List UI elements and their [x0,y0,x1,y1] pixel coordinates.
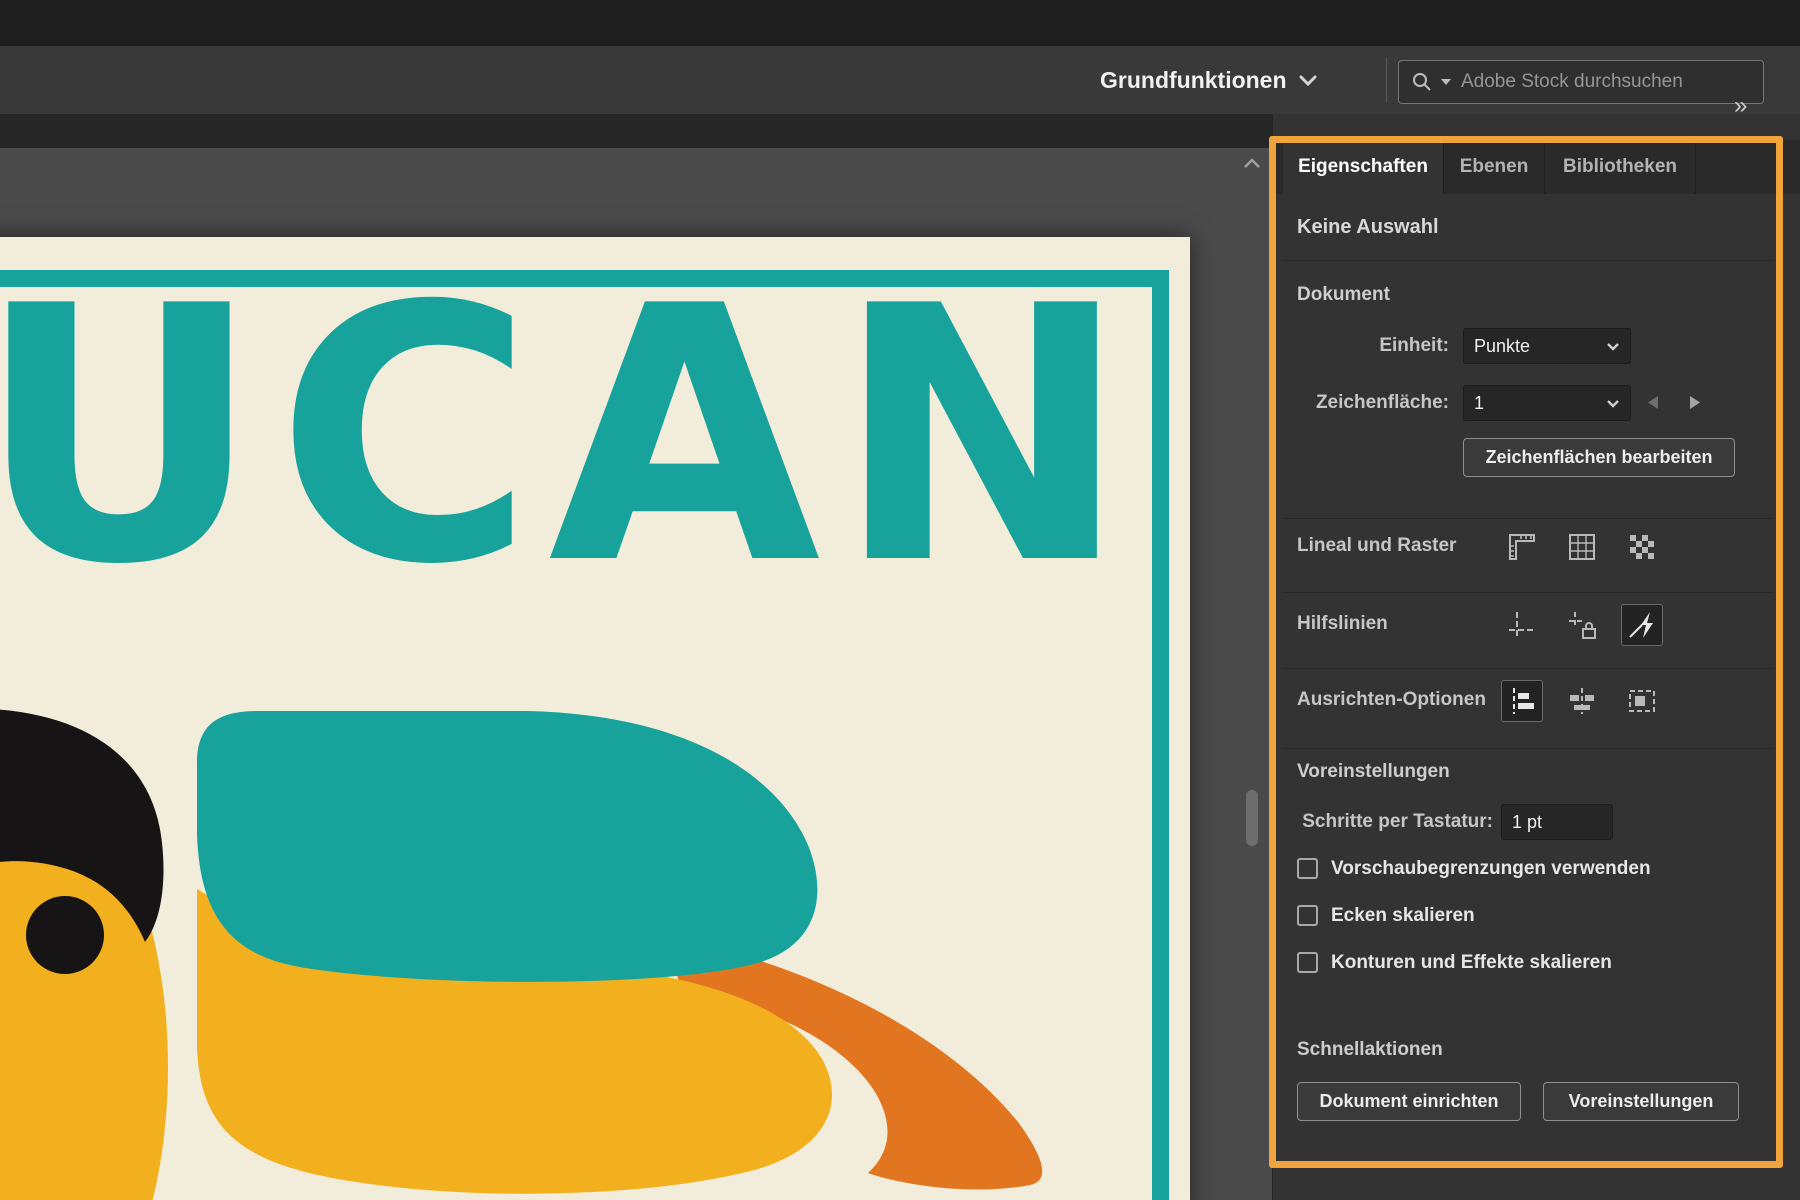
selection-status: Keine Auswahl [1297,216,1439,239]
chevron-down-icon [1606,399,1620,408]
search-icon [1411,71,1433,93]
tab-eigenschaften[interactable]: Eigenschaften [1283,140,1444,194]
scale-corners-checkbox[interactable] [1297,905,1318,926]
scale-corners-label: Ecken skalieren [1331,905,1475,927]
vertical-scrollbar-thumb[interactable] [1246,790,1258,846]
workspace-switcher[interactable]: Grundfunktionen [1100,46,1317,114]
lock-guides-button[interactable] [1561,604,1603,646]
artboard-label: Zeichenfläche: [1273,392,1449,414]
document-tabbar [0,114,1272,148]
artboard-value: 1 [1474,393,1606,414]
document-setup-button[interactable]: Dokument einrichten [1297,1082,1521,1121]
divider [1285,260,1771,261]
tab-ebenen[interactable]: Ebenen [1444,140,1545,194]
align-options-label: Ausrichten-Optionen [1297,689,1486,711]
transparency-grid-button[interactable] [1621,526,1663,568]
prev-artboard-button[interactable] [1647,395,1659,415]
align-to-key-object-button[interactable] [1561,680,1603,722]
panel-tabbar: Eigenschaften Ebenen Bibliotheken [1273,140,1800,194]
search-input[interactable] [1459,70,1751,94]
collapse-panel-button[interactable]: » [1734,92,1745,120]
toucan-illustration [0,707,1160,1200]
align-to-selection-button[interactable] [1501,680,1543,722]
chevron-down-icon [1299,75,1317,86]
divider [1285,518,1771,519]
unit-dropdown[interactable]: Punkte [1463,328,1631,364]
show-guides-button[interactable] [1501,604,1543,646]
preferences-section-title: Voreinstellungen [1297,761,1450,783]
scale-strokes-effects-label: Konturen und Effekte skalieren [1331,952,1612,974]
show-guides-icon [1506,609,1538,641]
lock-guides-icon [1566,609,1598,641]
document-canvas[interactable]: UCAN [0,114,1272,1200]
keyboard-steps-input[interactable] [1501,804,1613,840]
align-to-artboard-button[interactable] [1621,680,1663,722]
preferences-button[interactable]: Voreinstellungen [1543,1082,1739,1121]
tab-bibliotheken[interactable]: Bibliotheken [1545,140,1696,194]
unit-value: Punkte [1474,336,1606,357]
scrollbar-up-arrow[interactable] [1243,156,1261,174]
grid-icon [1566,531,1598,563]
properties-panel: Eigenschaften Ebenen Bibliotheken Keine … [1272,114,1800,1200]
unit-label: Einheit: [1273,335,1449,357]
search-scope-chevron-icon [1441,79,1451,85]
workspace-label: Grundfunktionen [1100,67,1287,94]
show-grid-button[interactable] [1561,526,1603,568]
document-section-title: Dokument [1297,284,1390,306]
smart-guides-button[interactable] [1621,604,1663,646]
align-to-key-object-icon [1566,685,1598,717]
ruler-icon [1506,531,1538,563]
preview-bounds-checkbox[interactable] [1297,858,1318,879]
divider [1285,748,1771,749]
edit-artboards-button[interactable]: Zeichenflächen bearbeiten [1463,438,1735,477]
align-to-artboard-icon [1626,685,1658,717]
guides-label: Hilfslinien [1297,613,1388,635]
artboard-combobox[interactable]: 1 [1463,385,1631,421]
scale-strokes-effects-checkbox[interactable] [1297,952,1318,973]
divider [1285,592,1771,593]
smart-guides-icon [1626,609,1658,641]
title-strip [0,0,1800,46]
divider [1285,668,1771,669]
chevron-down-icon [1606,342,1620,351]
poster-headline: UCAN [0,261,1143,613]
ruler-grid-label: Lineal und Raster [1297,535,1456,557]
stock-search[interactable] [1398,60,1764,104]
next-artboard-button[interactable] [1689,395,1701,415]
transparency-grid-icon [1626,531,1658,563]
keyboard-steps-label: Schritte per Tastatur: [1273,811,1493,833]
show-rulers-button[interactable] [1501,526,1543,568]
illustrator-window: Grundfunktionen UCAN [0,0,1800,1200]
align-to-selection-icon [1506,685,1538,717]
toolbar-separator [1386,58,1387,102]
preview-bounds-label: Vorschaubegrenzungen verwenden [1331,858,1651,880]
quick-actions-section-title: Schnellaktionen [1297,1039,1443,1061]
artboard: UCAN [0,237,1190,1200]
